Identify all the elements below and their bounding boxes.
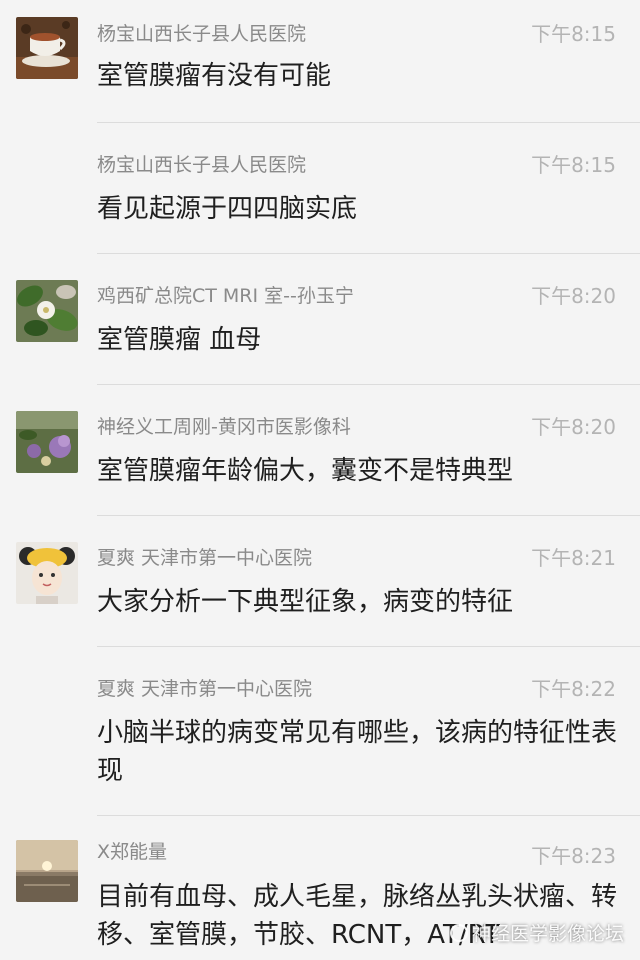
message-item[interactable]: 杨宝山西长子县人民医院 下午8:15 看见起源于四四脑实底 xyxy=(0,123,640,253)
sunset-beach-avatar[interactable] xyxy=(16,840,78,902)
sender-name: 杨宝山西长子县人民医院 xyxy=(97,154,307,176)
message-text: 室管膜瘤有没有可能 xyxy=(97,61,332,91)
message-time: 下午8:20 xyxy=(531,284,616,308)
watermark: 神经医学影像论坛 xyxy=(449,919,624,946)
message-time: 下午8:15 xyxy=(531,153,616,177)
sender-name: 神经义工周刚-黄冈市医影像科 xyxy=(97,416,351,438)
sender-name: 鸡西矿总院CT MRI 室--孙玉宁 xyxy=(97,285,354,307)
message-item[interactable]: 杨宝山西长子县人民医院 下午8:15 室管膜瘤有没有可能 xyxy=(0,0,640,122)
message-text: 大家分析一下典型征象，病变的特征 xyxy=(97,587,514,617)
wechat-logo-icon xyxy=(449,923,468,942)
message-item[interactable]: 夏爽 天津市第一中心医院 下午8:22 小脑半球的病变常见有哪些，该病的特征性表… xyxy=(0,647,640,815)
message-time: 下午8:15 xyxy=(531,22,616,46)
message-item[interactable]: 夏爽 天津市第一中心医院 下午8:21 大家分析一下典型征象，病变的特征 xyxy=(0,516,640,646)
watermark-text: 神经医学影像论坛 xyxy=(471,923,624,945)
flower-leaves-avatar[interactable] xyxy=(16,280,78,342)
message-time: 下午8:23 xyxy=(531,844,616,868)
message-text: 室管膜瘤年龄偏大，囊变不是特典型 xyxy=(97,456,514,486)
sender-name: 夏爽 天津市第一中心医院 xyxy=(97,678,313,700)
message-time: 下午8:22 xyxy=(531,677,616,701)
chat-message-list: 杨宝山西长子县人民医院 下午8:15 室管膜瘤有没有可能 杨宝山西长子县人民医院… xyxy=(0,0,640,960)
message-text: 看见起源于四四脑实底 xyxy=(97,194,358,224)
sender-name: X郑能量 xyxy=(97,841,168,863)
message-text: 室管膜瘤 血母 xyxy=(97,325,262,355)
sender-name: 杨宝山西长子县人民医院 xyxy=(97,23,307,45)
message-time: 下午8:21 xyxy=(531,546,616,570)
message-text: 小脑半球的病变常见有哪些，该病的特征性表现 xyxy=(97,718,618,786)
message-item[interactable]: 鸡西矿总院CT MRI 室--孙玉宁 下午8:20 室管膜瘤 血母 xyxy=(0,254,640,384)
purple-flowers-avatar[interactable] xyxy=(16,411,78,473)
message-item[interactable]: 神经义工周刚-黄冈市医影像科 下午8:20 室管膜瘤年龄偏大，囊变不是特典型 xyxy=(0,385,640,515)
message-time: 下午8:20 xyxy=(531,415,616,439)
coffee-cup-avatar[interactable] xyxy=(16,17,78,79)
cartoon-girl-avatar[interactable] xyxy=(16,542,78,604)
sender-name: 夏爽 天津市第一中心医院 xyxy=(97,547,313,569)
